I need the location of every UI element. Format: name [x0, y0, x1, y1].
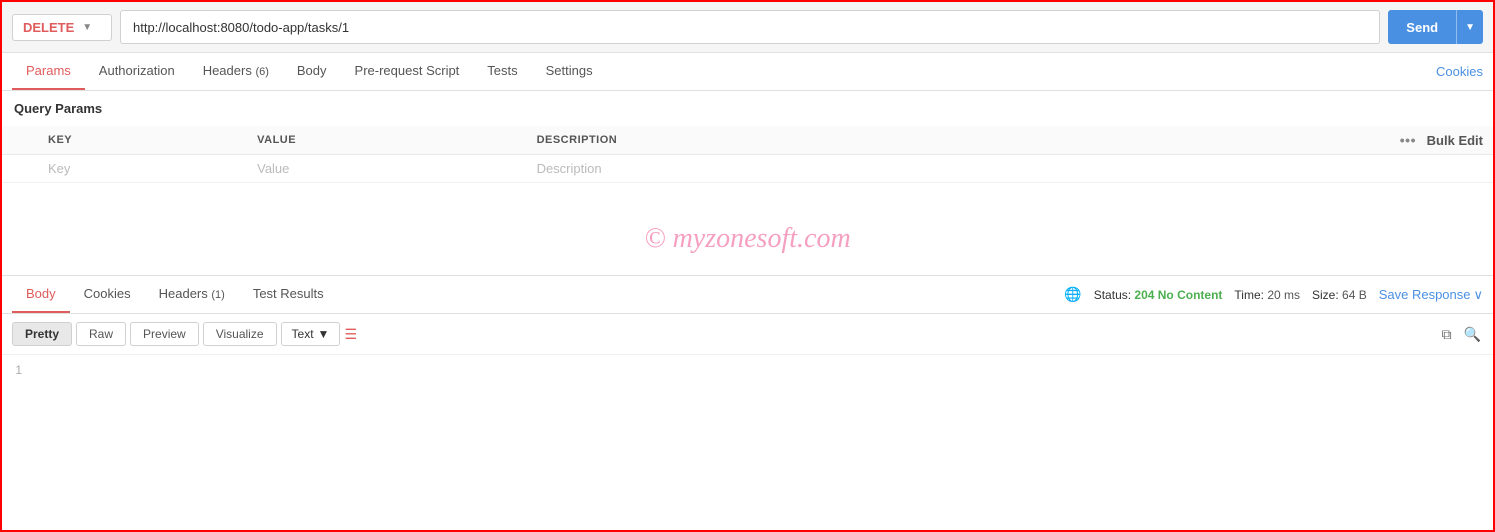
- code-area: 1: [2, 355, 1493, 385]
- response-section: Body Cookies Headers (1) Test Results 🌐 …: [2, 276, 1493, 385]
- response-tab-cookies[interactable]: Cookies: [70, 276, 145, 313]
- status-code: 204 No Content: [1134, 288, 1222, 302]
- pretty-button[interactable]: Pretty: [12, 322, 72, 346]
- send-button[interactable]: Send ▼: [1388, 10, 1483, 44]
- line-number-1: 1: [15, 363, 22, 377]
- text-select-dropdown[interactable]: Text ▼: [281, 322, 341, 346]
- headers-badge: (6): [255, 66, 268, 78]
- save-response-button[interactable]: Save Response ∨: [1379, 287, 1483, 303]
- section-title-query-params: Query Params: [2, 91, 1493, 126]
- code-content[interactable]: [32, 363, 1493, 377]
- globe-icon: 🌐: [1064, 286, 1081, 303]
- method-chevron: ▼: [82, 22, 92, 33]
- col-actions-header: ••• Bulk Edit: [1004, 126, 1493, 155]
- top-bar: DELETE ▼ Send ▼: [2, 2, 1493, 53]
- search-icon[interactable]: 🔍: [1462, 324, 1483, 345]
- col-key-header: KEY: [38, 126, 247, 155]
- tab-body[interactable]: Body: [283, 53, 341, 90]
- response-tab-body[interactable]: Body: [12, 276, 70, 313]
- row-actions: [1004, 155, 1493, 183]
- send-label: Send: [1388, 20, 1456, 35]
- bulk-edit-button[interactable]: Bulk Edit: [1427, 133, 1483, 148]
- col-value-header: VALUE: [247, 126, 526, 155]
- url-input[interactable]: [120, 10, 1380, 44]
- tab-settings[interactable]: Settings: [532, 53, 607, 90]
- table-row: Key Value Description: [2, 155, 1493, 183]
- status-label: Status: 204 No Content: [1094, 288, 1223, 302]
- filter-icon[interactable]: ☰: [344, 326, 357, 343]
- tab-authorization[interactable]: Authorization: [85, 53, 189, 90]
- col-description-header: DESCRIPTION: [527, 126, 1004, 155]
- response-status-bar: 🌐 Status: 204 No Content Time: 20 ms Siz…: [1064, 286, 1483, 303]
- method-label: DELETE: [23, 20, 74, 35]
- raw-button[interactable]: Raw: [76, 322, 126, 346]
- row-description[interactable]: Description: [527, 155, 1004, 183]
- method-dropdown[interactable]: DELETE ▼: [12, 14, 112, 41]
- response-headers-badge: (1): [211, 289, 224, 301]
- save-response-chevron: ∨: [1473, 287, 1483, 303]
- text-select-label: Text: [292, 327, 314, 341]
- row-value[interactable]: Value: [247, 155, 526, 183]
- row-key[interactable]: Key: [38, 155, 247, 183]
- tab-headers[interactable]: Headers (6): [189, 53, 283, 90]
- visualize-button[interactable]: Visualize: [203, 322, 277, 346]
- save-response-label: Save Response: [1379, 287, 1471, 302]
- response-tabs-bar: Body Cookies Headers (1) Test Results 🌐 …: [2, 276, 1493, 314]
- time-label: Time: 20 ms: [1234, 288, 1300, 302]
- params-table: KEY VALUE DESCRIPTION ••• Bulk Edit Key …: [2, 126, 1493, 183]
- tab-pre-request-script[interactable]: Pre-request Script: [341, 53, 474, 90]
- time-value: 20 ms: [1267, 288, 1300, 302]
- format-bar: Pretty Raw Preview Visualize Text ▼ ☰ ⧉ …: [2, 314, 1493, 355]
- watermark: © myzonesoft.com: [2, 183, 1493, 275]
- col-check-header: [2, 126, 38, 155]
- line-numbers: 1: [2, 363, 32, 377]
- more-options-icon[interactable]: •••: [1400, 132, 1416, 148]
- tab-tests[interactable]: Tests: [473, 53, 531, 90]
- response-tab-headers[interactable]: Headers (1): [145, 276, 239, 313]
- query-params-section: Query Params KEY VALUE DESCRIPTION ••• B…: [2, 91, 1493, 183]
- tab-params[interactable]: Params: [12, 53, 85, 90]
- preview-button[interactable]: Preview: [130, 322, 199, 346]
- size-value: 64 B: [1342, 288, 1367, 302]
- request-tabs: Params Authorization Headers (6) Body Pr…: [2, 53, 1493, 91]
- row-check: [2, 155, 38, 183]
- right-icons: ⧉ 🔍: [1440, 324, 1483, 345]
- size-label: Size: 64 B: [1312, 288, 1367, 302]
- cookies-link[interactable]: Cookies: [1436, 64, 1483, 79]
- copy-icon[interactable]: ⧉: [1440, 324, 1454, 345]
- text-select-chevron: ▼: [318, 327, 330, 341]
- send-dropdown-arrow[interactable]: ▼: [1456, 10, 1483, 44]
- response-tab-test-results[interactable]: Test Results: [239, 276, 338, 313]
